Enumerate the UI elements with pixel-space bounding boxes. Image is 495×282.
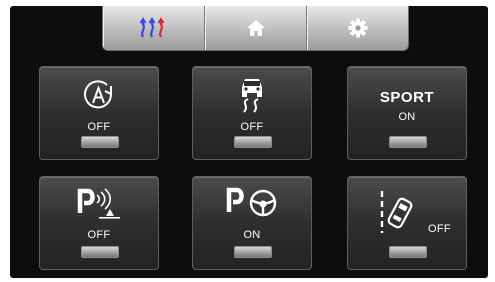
top-tab-bar (102, 6, 409, 51)
tab-settings[interactable] (307, 6, 408, 50)
parking-steering-assist-tile[interactable]: ON (192, 176, 312, 270)
lane-assist-tile[interactable]: OFF (347, 176, 467, 270)
skid-control-tile[interactable]: OFF (192, 66, 312, 160)
sport-mode-status: ON (398, 111, 416, 123)
parking-steering-assist-status: ON (243, 229, 261, 241)
auto-hold-icon (84, 80, 113, 109)
sport-mode-indicator (389, 136, 427, 148)
auto-hold-status: OFF (87, 121, 111, 133)
gear-icon (348, 18, 367, 38)
lane-assist-icon (380, 191, 413, 233)
skid-control-icon (242, 79, 262, 113)
skid-control-indicator (234, 136, 272, 148)
lane-assist-status: OFF (428, 223, 451, 235)
vehicle-settings-screen: OFF OFF SPORT ON OFF ON OFF (10, 6, 488, 278)
skid-control-status: OFF (240, 121, 264, 133)
heated-seat-icon (139, 17, 164, 38)
parking-steering-assist-indicator (234, 246, 272, 258)
auto-hold-indicator (81, 136, 119, 148)
parking-steering-assist-icon (226, 187, 277, 217)
auto-hold-tile[interactable]: OFF (39, 66, 159, 160)
tab-climate[interactable] (103, 6, 205, 50)
parking-sensor-tile[interactable]: OFF (39, 176, 159, 270)
parking-sensor-status: OFF (87, 229, 111, 241)
sport-mode-tile[interactable]: SPORT ON (347, 66, 467, 160)
tab-home[interactable] (205, 6, 307, 50)
home-icon (246, 20, 265, 36)
parking-sensor-indicator (81, 246, 119, 258)
sport-mode-label: SPORT (379, 89, 435, 106)
lane-assist-indicator (389, 246, 427, 258)
parking-sensor-icon (77, 188, 120, 219)
